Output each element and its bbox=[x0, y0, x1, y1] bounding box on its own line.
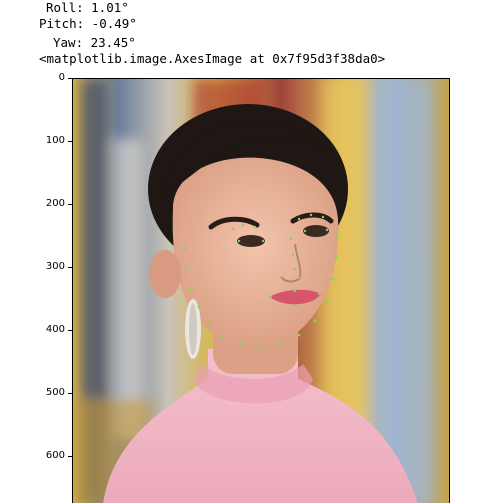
ear bbox=[149, 250, 181, 298]
y-tick-label: 0 bbox=[58, 72, 65, 83]
y-tick-label: 300 bbox=[45, 261, 65, 272]
y-tick-label: 600 bbox=[45, 450, 65, 461]
y-tick-label: 500 bbox=[45, 387, 65, 398]
yaw-readout: Yaw: 23.45° bbox=[53, 35, 136, 50]
image-axes bbox=[72, 78, 450, 503]
y-tick-label: 100 bbox=[45, 135, 65, 146]
right-eye bbox=[303, 225, 329, 237]
roll-readout: Roll: 1.01° bbox=[46, 0, 129, 15]
axesimage-repr: <matplotlib.image.AxesImage at 0x7f95d3f… bbox=[39, 51, 386, 66]
left-eye bbox=[237, 235, 265, 247]
pitch-readout: Pitch: -0.49° bbox=[39, 16, 137, 31]
y-tick-label: 400 bbox=[45, 324, 65, 335]
y-tick-label: 200 bbox=[45, 198, 65, 209]
portrait-image bbox=[73, 79, 449, 503]
